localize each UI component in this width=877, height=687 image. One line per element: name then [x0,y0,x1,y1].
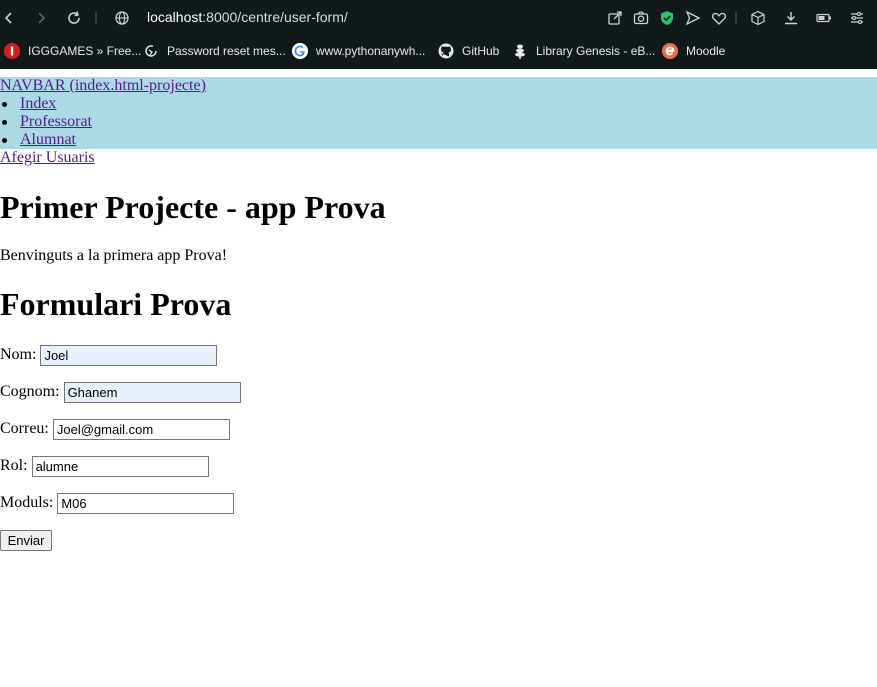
browser-chrome: localhost:8000/centre/user-form/ IGGGAME… [0,0,877,69]
toolbar-separator [95,12,97,24]
battery-icon[interactable] [815,9,833,27]
bookmark-moodle[interactable]: Moodle [662,42,725,60]
intro-text: Benvinguts a la primera app Prova! [0,247,228,264]
browser-toolbar: localhost:8000/centre/user-form/ [0,0,877,36]
url-path: :8000/centre/user-form/ [202,9,348,25]
nom-input[interactable] [40,344,218,366]
share-icon[interactable] [606,9,624,27]
nav-link-alumnat[interactable]: Alumnat [20,131,76,148]
bookmark-label: Moodle [686,44,726,58]
bookmark-label: www.pythonanywh... [316,44,426,58]
nav-link-professorat[interactable]: Professorat [20,113,92,130]
download-icon[interactable] [782,9,800,27]
nav-list: Index Professorat Alumnat [0,95,92,149]
bookmark-label: IGGGAMES » Free... [28,44,142,58]
shield-icon[interactable] [658,9,676,27]
correu-input[interactable] [52,418,230,440]
navbar-brand-link[interactable]: NAVBAR (index.html-projecte) [0,77,206,95]
rol-label: Rol: [0,457,28,474]
address-bar[interactable]: localhost:8000/centre/user-form/ [147,9,348,25]
menu-sliders-icon[interactable] [848,9,866,27]
bookmark-pythonanywhere[interactable]: www.pythonanywh... [292,42,425,60]
form-title: Formulari Prova [0,286,232,322]
moduls-input[interactable] [57,492,235,514]
nav-item-index: Index [0,95,92,113]
send-icon[interactable] [684,9,702,27]
form-row-cognom: Cognom: [0,381,241,403]
bookmark-label: Library Genesis - eB... [536,44,656,58]
forward-icon[interactable] [32,9,50,27]
camera-icon[interactable] [632,9,650,27]
url-host: localhost [147,9,203,25]
nav-item-professorat: Professorat [0,113,92,131]
form-row-correu: Correu: [0,418,230,440]
bookmark-github[interactable]: GitHub [438,42,499,60]
nom-label: Nom: [0,346,37,363]
bookmark-library-genesis[interactable]: Library Genesis - eB... [512,42,655,60]
cognom-label: Cognom: [0,383,60,400]
igg-icon [4,43,20,59]
moduls-label: Moduls: [0,494,54,511]
form-row-nom: Nom: [0,344,218,366]
nav-item-alumnat: Alumnat [0,131,92,149]
globe-icon[interactable] [113,9,131,27]
form-row-moduls: Moduls: [0,492,235,514]
back-icon[interactable] [0,9,18,27]
navbar: NAVBAR (index.html-projecte) Index Profe… [0,77,877,149]
correu-label: Correu: [0,420,49,437]
submit-button[interactable]: Enviar [0,530,52,551]
google-icon [292,43,308,59]
bookmark-label: Password reset mes... [167,44,286,58]
moodle-icon [662,43,678,59]
nav-link-index[interactable]: Index [20,95,56,112]
bookmark-password-reset[interactable]: Password reset mes... [143,42,286,60]
cognom-input[interactable] [63,381,241,403]
reload-icon[interactable] [65,9,83,27]
form-row-rol: Rol: [0,455,209,477]
bookmark-igggames[interactable]: IGGGAMES » Free... [4,42,141,60]
libgen-icon [512,43,528,59]
bookmarks-bar: IGGGAMES » Free... Password reset mes...… [0,39,877,63]
rol-input[interactable] [31,455,209,477]
page-title: Primer Projecte - app Prova [0,189,386,225]
heart-icon[interactable] [710,9,728,27]
bookmark-label: GitHub [462,44,500,58]
refresh-fav-icon [143,43,159,59]
toolbar-separator [735,12,737,24]
github-icon [438,43,454,59]
page-content: NAVBAR (index.html-projecte) Index Profe… [0,69,877,687]
add-users-link[interactable]: Afegir Usuaris [0,149,95,167]
extensions-cube-icon[interactable] [749,9,767,27]
